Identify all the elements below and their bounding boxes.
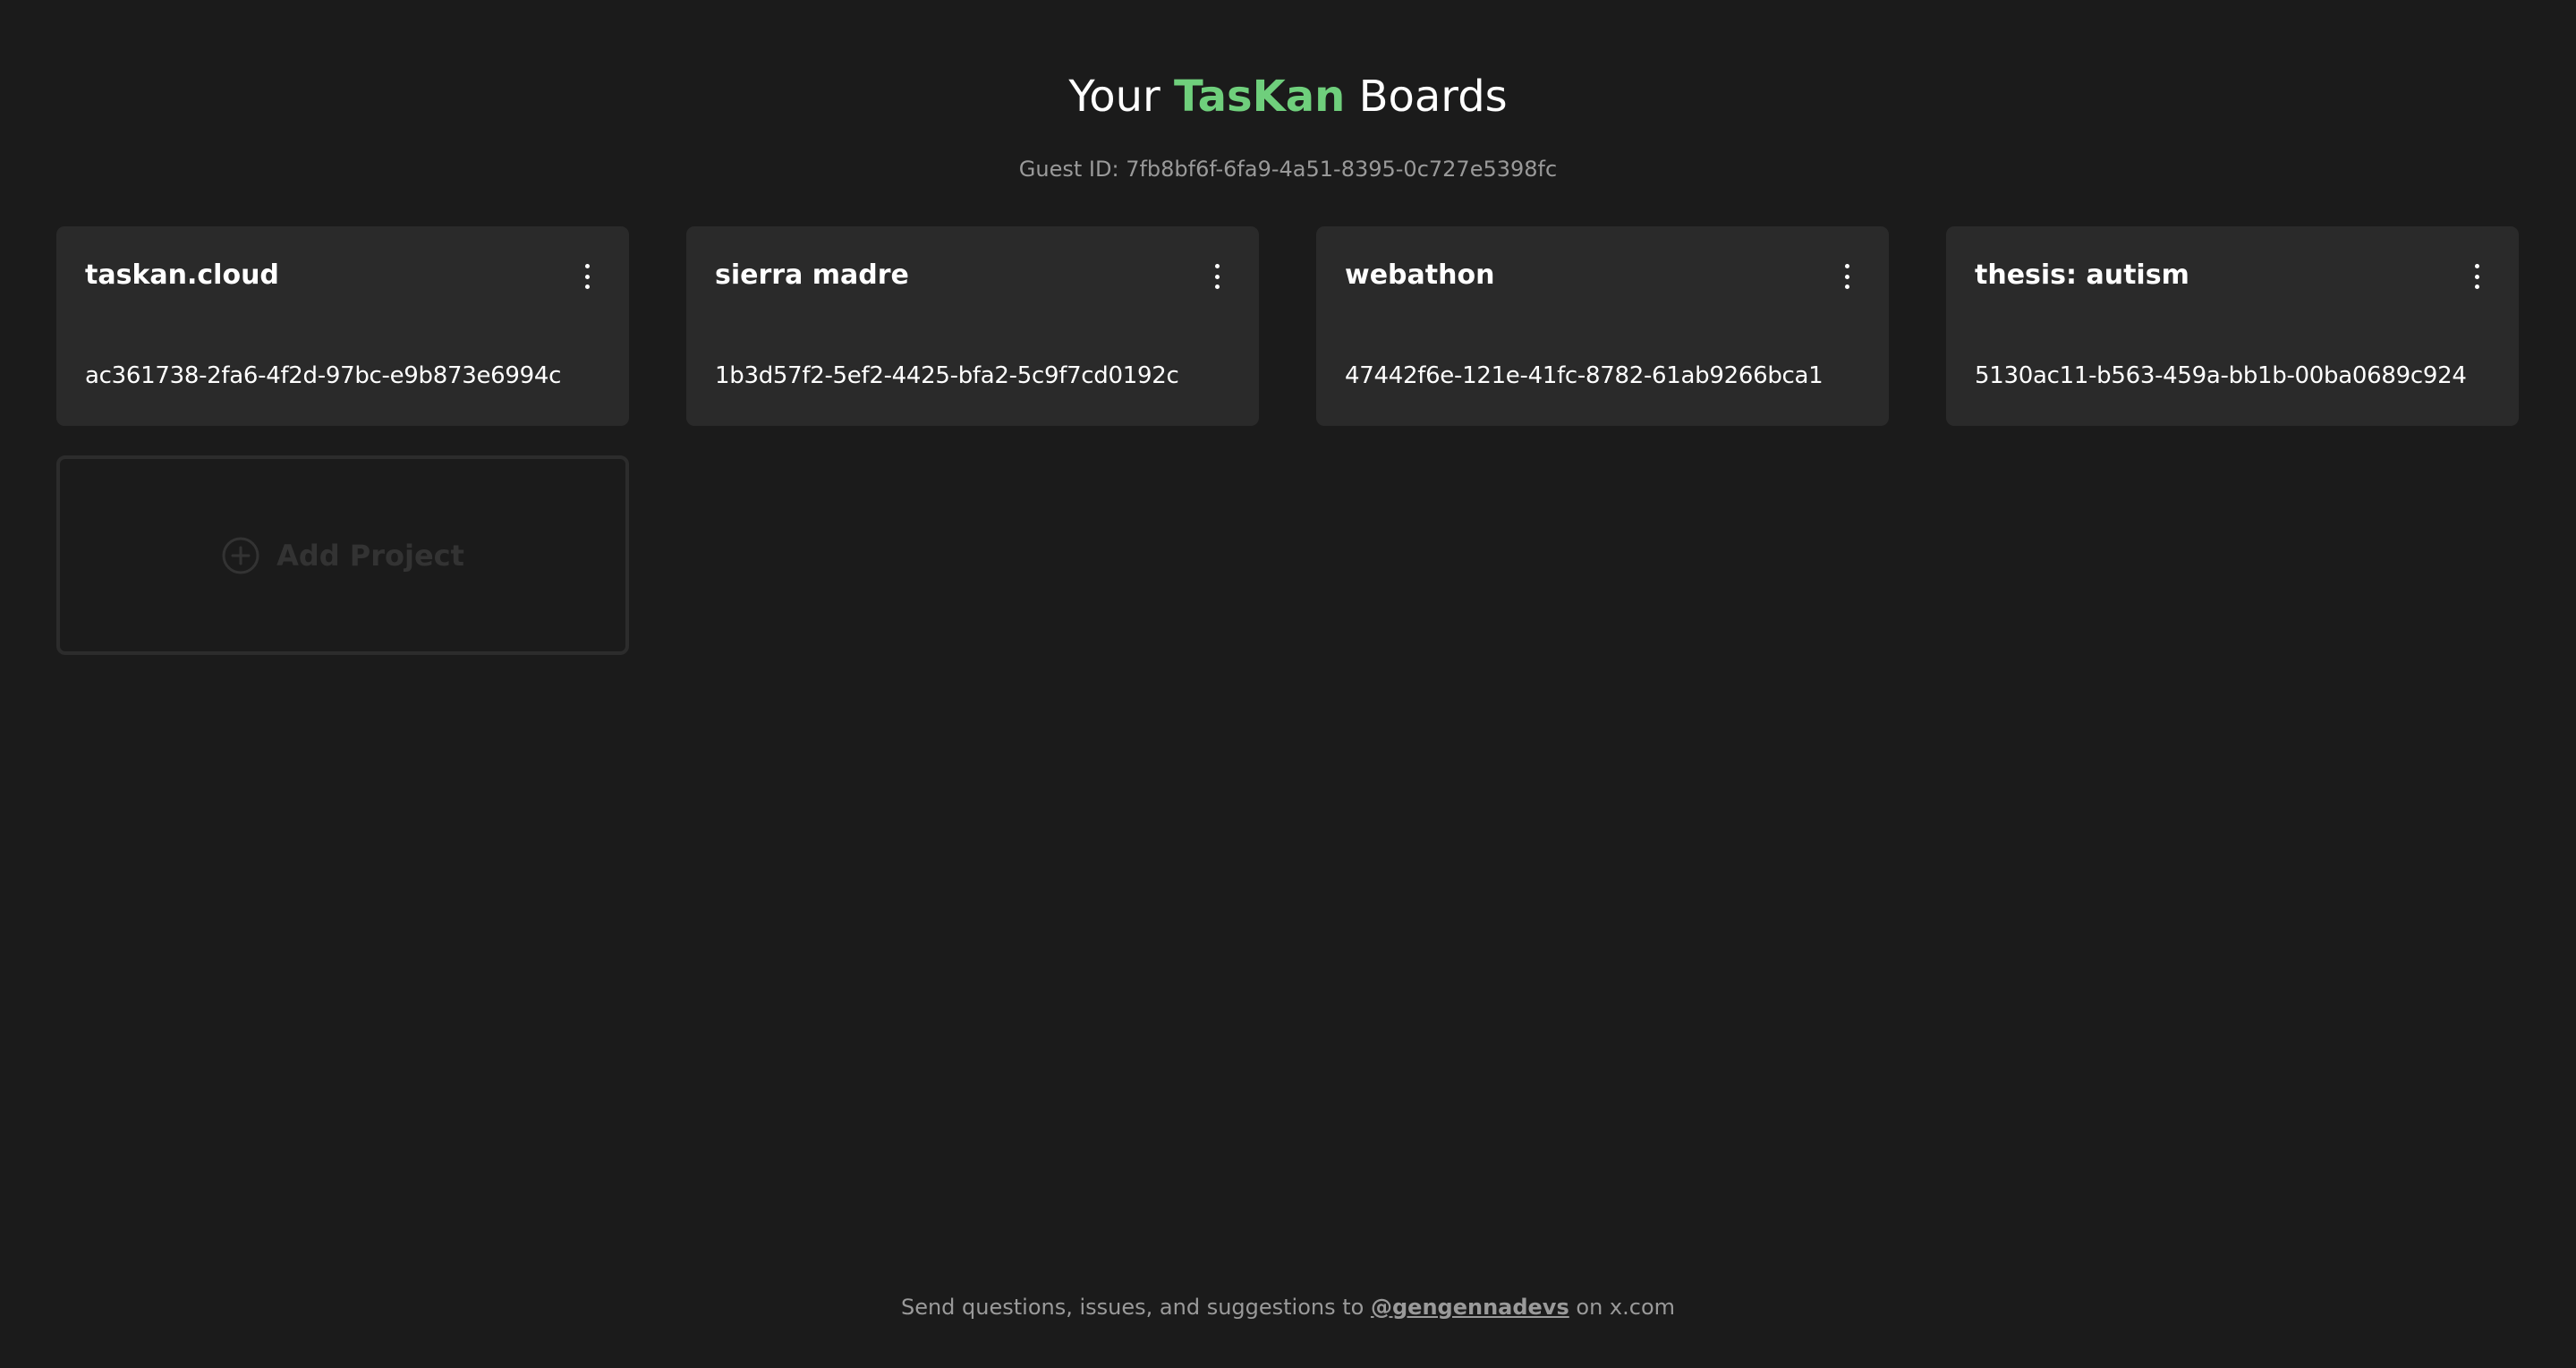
guest-id-line: Guest ID: 7fb8bf6f-6fa9-4a51-8395-0c727e… <box>0 156 2576 183</box>
project-card[interactable]: thesis: autism 5130ac11-b563-459a-bb1b-0… <box>1946 226 2519 426</box>
project-id: ac361738-2fa6-4f2d-97bc-e9b873e6994c <box>85 362 562 389</box>
add-project-label: Add Project <box>276 538 464 573</box>
project-card[interactable]: sierra madre 1b3d57f2-5ef2-4425-bfa2-5c9… <box>686 226 1259 426</box>
project-id: 1b3d57f2-5ef2-4425-bfa2-5c9f7cd0192c <box>715 362 1179 389</box>
more-vertical-icon[interactable] <box>2470 264 2483 289</box>
boards-page: Your TasKan Boards Guest ID: 7fb8bf6f-6f… <box>0 0 2576 1368</box>
project-name: taskan.cloud <box>85 259 279 291</box>
project-card[interactable]: webathon 47442f6e-121e-41fc-8782-61ab926… <box>1316 226 1889 426</box>
guest-id-label: Guest ID: <box>1018 157 1119 182</box>
title-prefix: Your <box>1068 72 1160 122</box>
more-vertical-icon[interactable] <box>581 264 593 289</box>
project-name: thesis: autism <box>1975 259 2189 291</box>
title-suffix: Boards <box>1358 72 1508 122</box>
add-project-button[interactable]: Add Project <box>56 455 629 655</box>
project-name: webathon <box>1345 259 1495 291</box>
footer-prefix: Send questions, issues, and suggestions … <box>900 1295 1365 1320</box>
brand-name: TasKan <box>1174 72 1346 122</box>
project-grid: taskan.cloud ac361738-2fa6-4f2d-97bc-e9b… <box>56 226 2520 655</box>
page-title: Your TasKan Boards <box>0 70 2576 123</box>
page-header: Your TasKan Boards Guest ID: 7fb8bf6f-6f… <box>0 70 2576 183</box>
project-id: 47442f6e-121e-41fc-8782-61ab9266bca1 <box>1345 362 1824 389</box>
project-name: sierra madre <box>715 259 909 291</box>
footer: Send questions, issues, and suggestions … <box>0 1294 2576 1321</box>
plus-circle-icon <box>222 537 259 574</box>
twitter-handle-link[interactable]: @gengennadevs <box>1371 1295 1569 1320</box>
project-card[interactable]: taskan.cloud ac361738-2fa6-4f2d-97bc-e9b… <box>56 226 629 426</box>
project-id: 5130ac11-b563-459a-bb1b-00ba0689c924 <box>1975 362 2467 389</box>
guest-id-value: 7fb8bf6f-6fa9-4a51-8395-0c727e5398fc <box>1126 157 1558 182</box>
more-vertical-icon[interactable] <box>1841 264 1853 289</box>
footer-suffix: on x.com <box>1576 1295 1676 1320</box>
more-vertical-icon[interactable] <box>1211 264 1223 289</box>
